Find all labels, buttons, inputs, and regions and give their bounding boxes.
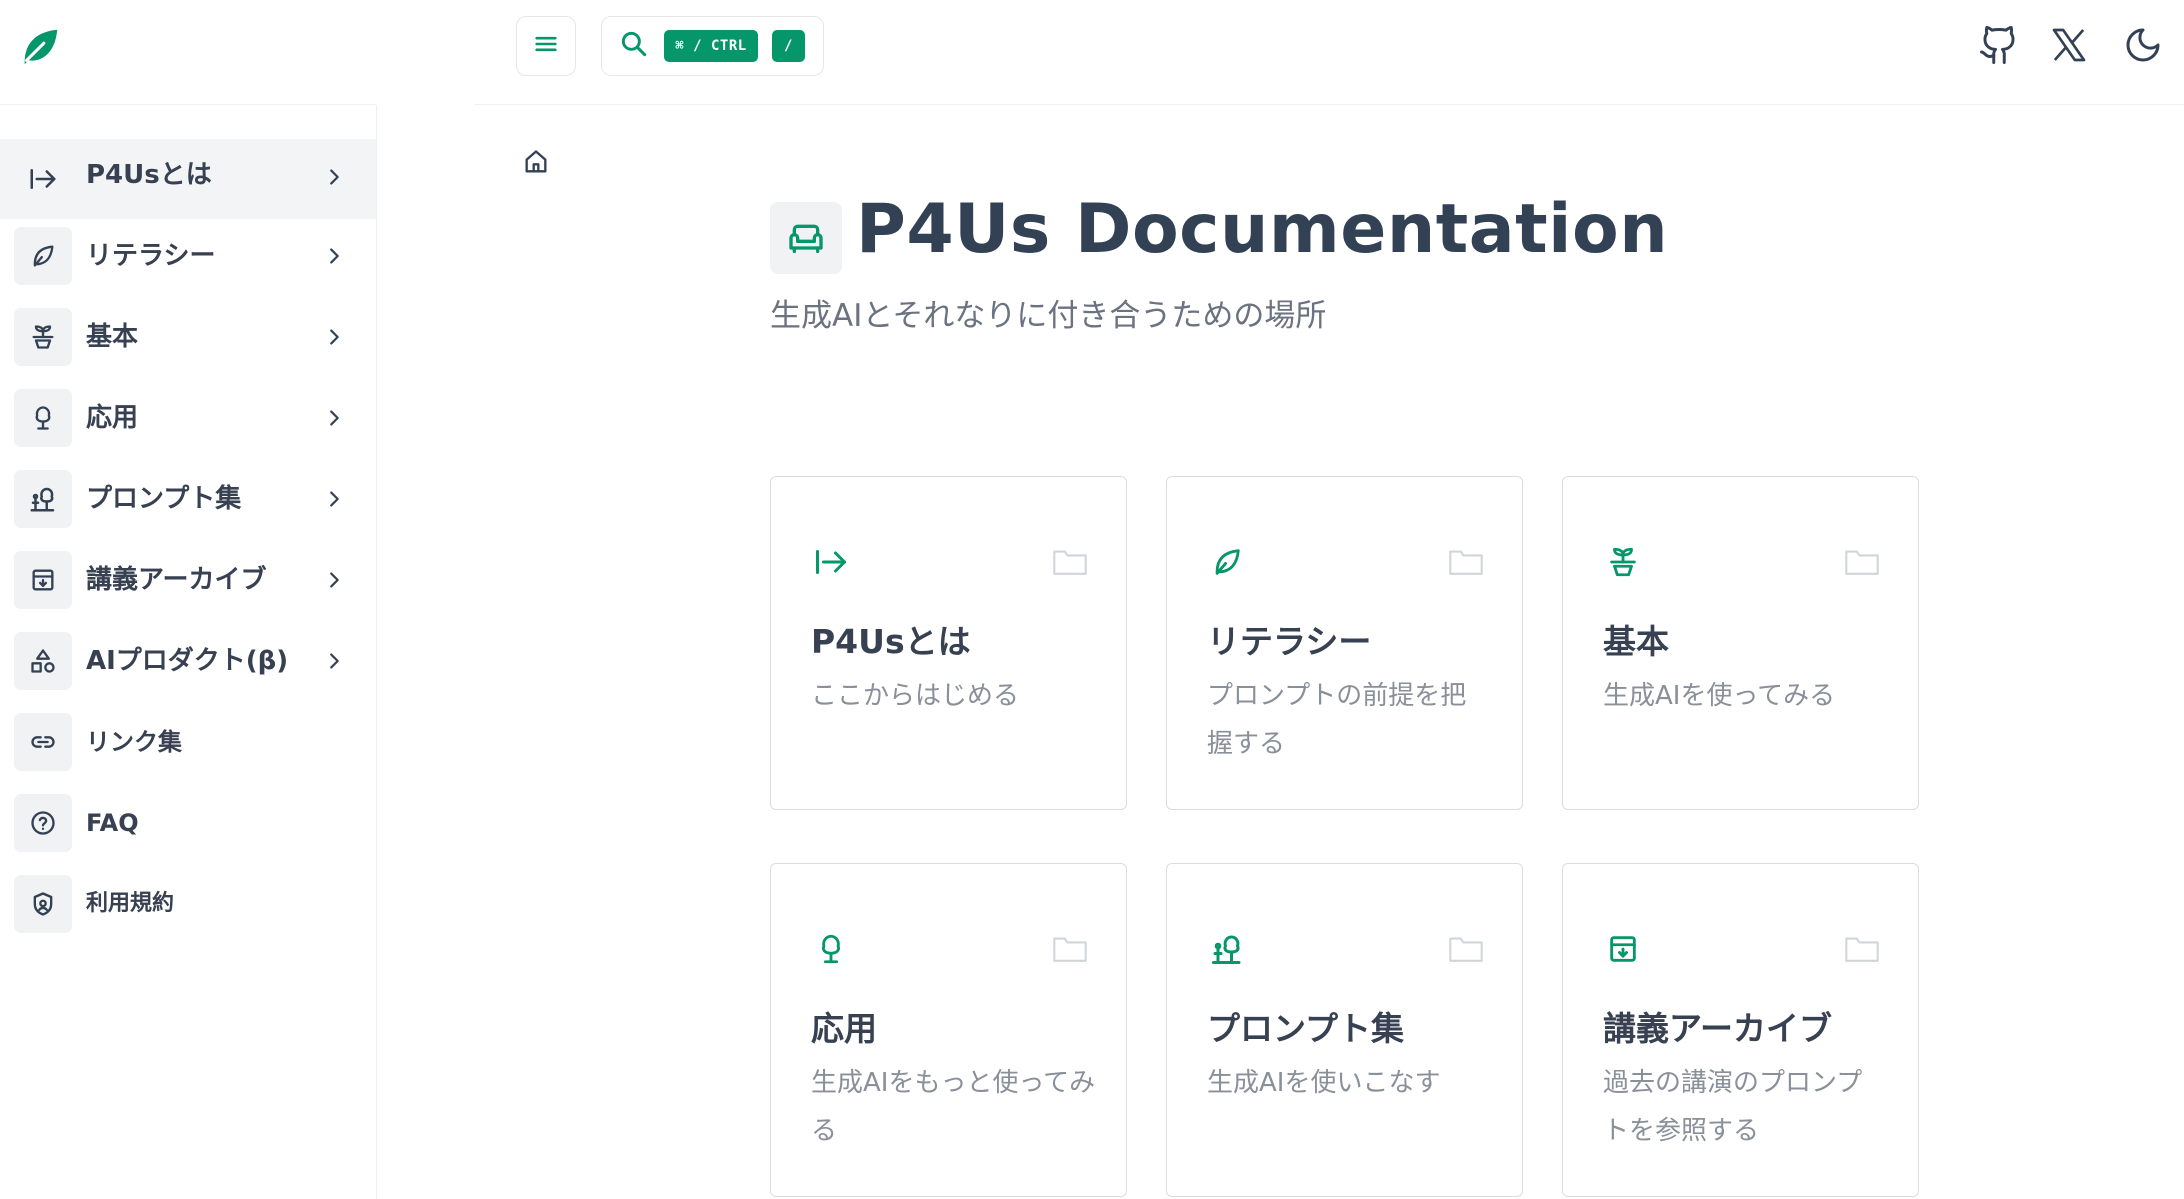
sidebar-item-label: リンク集 xyxy=(86,728,182,756)
sprout-icon xyxy=(1603,542,1643,582)
card-description: 生成AIを使ってみる xyxy=(1603,681,1836,711)
page-title: P4Us Documentation xyxy=(856,190,1669,269)
sidebar-item-literacy[interactable]: リテラシー xyxy=(0,213,376,299)
link-icon xyxy=(14,713,72,771)
folder-icon xyxy=(1448,547,1484,577)
card-title: プロンプト集 xyxy=(1207,1009,1405,1048)
folder-icon xyxy=(1052,934,1088,964)
sidebar-item-ai-products[interactable]: AIプロダクト(β) xyxy=(0,618,376,704)
folder-icon xyxy=(1448,934,1484,964)
sidebar-item-terms[interactable]: 利用規約 xyxy=(0,861,376,947)
github-icon[interactable] xyxy=(1974,20,2024,70)
chevron-right-icon[interactable] xyxy=(320,647,348,675)
sidebar-item-label: 講義アーカイブ xyxy=(86,565,267,595)
chevron-right-icon[interactable] xyxy=(320,242,348,270)
chevron-right-icon[interactable] xyxy=(320,404,348,432)
shapes-icon xyxy=(14,632,72,690)
header-divider xyxy=(475,104,2184,105)
card-title: 応用 xyxy=(811,1009,877,1048)
folder-icon xyxy=(1844,547,1880,577)
sidebar-item-links[interactable]: リンク集 xyxy=(0,699,376,785)
sidebar-item-advanced[interactable]: 応用 xyxy=(0,375,376,461)
tree-icon xyxy=(811,929,851,969)
folder-icon xyxy=(1844,934,1880,964)
trees-icon xyxy=(14,470,72,528)
menu-button[interactable] xyxy=(516,16,576,76)
help-circle-icon xyxy=(14,794,72,852)
tree-icon xyxy=(14,389,72,447)
sidebar-item-basic[interactable]: 基本 xyxy=(0,294,376,380)
chevron-right-icon[interactable] xyxy=(320,163,348,191)
sidebar-item-p4us[interactable]: P4Usとは xyxy=(0,139,376,219)
search-shortcut-primary: ⌘ / CTRL xyxy=(664,30,758,62)
search-icon xyxy=(618,28,650,64)
x-twitter-icon[interactable] xyxy=(2044,20,2094,70)
sidebar-item-label: AIプロダクト(β) xyxy=(86,646,289,676)
card-description: プロンプトの前提を把握する xyxy=(1207,681,1467,759)
sidebar-item-faq[interactable]: FAQ xyxy=(0,780,376,866)
card-basic[interactable]: 基本 生成AIを使ってみる xyxy=(1562,476,1919,810)
card-description: 生成AIを使いこなす xyxy=(1207,1068,1441,1098)
arrow-right-to-line-icon xyxy=(14,150,72,208)
sidebar-item-label: P4Usとは xyxy=(86,160,212,190)
hamburger-menu-icon xyxy=(532,30,560,62)
chevron-right-icon[interactable] xyxy=(320,323,348,351)
sprout-icon xyxy=(14,308,72,366)
top-header: ⌘ / CTRL / xyxy=(0,0,2184,105)
leaf-outline-icon xyxy=(1207,542,1247,582)
sidebar-item-label: 利用規約 xyxy=(86,891,175,916)
sidebar-top-divider xyxy=(0,104,376,105)
moon-icon[interactable] xyxy=(2118,20,2168,70)
card-description: 生成AIをもっと使ってみる xyxy=(811,1068,1096,1146)
sidebar-item-prompts[interactable]: プロンプト集 xyxy=(0,456,376,542)
sofa-icon xyxy=(770,202,842,274)
trees-icon xyxy=(1207,929,1247,969)
folder-icon xyxy=(1052,547,1088,577)
home-icon[interactable] xyxy=(520,146,552,178)
card-title: 基本 xyxy=(1603,622,1669,661)
card-description: 過去の講演のプロンプトを参照する xyxy=(1603,1068,1863,1146)
arrow-right-to-line-icon xyxy=(811,542,851,582)
sidebar-item-label: リテラシー xyxy=(86,241,216,271)
card-title: P4Usとは xyxy=(811,622,971,661)
shield-icon xyxy=(14,875,72,933)
sidebar-item-label: プロンプト集 xyxy=(86,484,242,514)
card-advanced[interactable]: 応用 生成AIをもっと使ってみる xyxy=(770,863,1127,1197)
chevron-right-icon[interactable] xyxy=(320,566,348,594)
card-p4us[interactable]: P4Usとは ここからはじめる xyxy=(770,476,1127,810)
sidebar-item-label: 応用 xyxy=(86,403,139,433)
sidebar-item-archive[interactable]: 講義アーカイブ xyxy=(0,537,376,623)
card-description: ここからはじめる xyxy=(811,681,1020,711)
chevron-right-icon[interactable] xyxy=(320,485,348,513)
leaf-logo-icon[interactable] xyxy=(15,22,65,72)
card-prompts[interactable]: プロンプト集 生成AIを使いこなす xyxy=(1166,863,1523,1197)
leaf-outline-icon xyxy=(14,227,72,285)
card-title: リテラシー xyxy=(1207,622,1372,661)
search-button[interactable]: ⌘ / CTRL / xyxy=(601,16,824,76)
archive-icon xyxy=(1603,929,1643,969)
card-archive[interactable]: 講義アーカイブ 過去の講演のプロンプトを参照する xyxy=(1562,863,1919,1197)
card-title: 講義アーカイブ xyxy=(1603,1009,1833,1048)
card-literacy[interactable]: リテラシー プロンプトの前提を把握する xyxy=(1166,476,1523,810)
page-subtitle: 生成AIとそれなりに付き合うための場所 xyxy=(770,298,1327,334)
sidebar-item-label: 基本 xyxy=(86,322,139,352)
sidebar-item-label: FAQ xyxy=(86,809,139,837)
search-shortcut-secondary: / xyxy=(772,30,805,62)
archive-icon xyxy=(14,551,72,609)
